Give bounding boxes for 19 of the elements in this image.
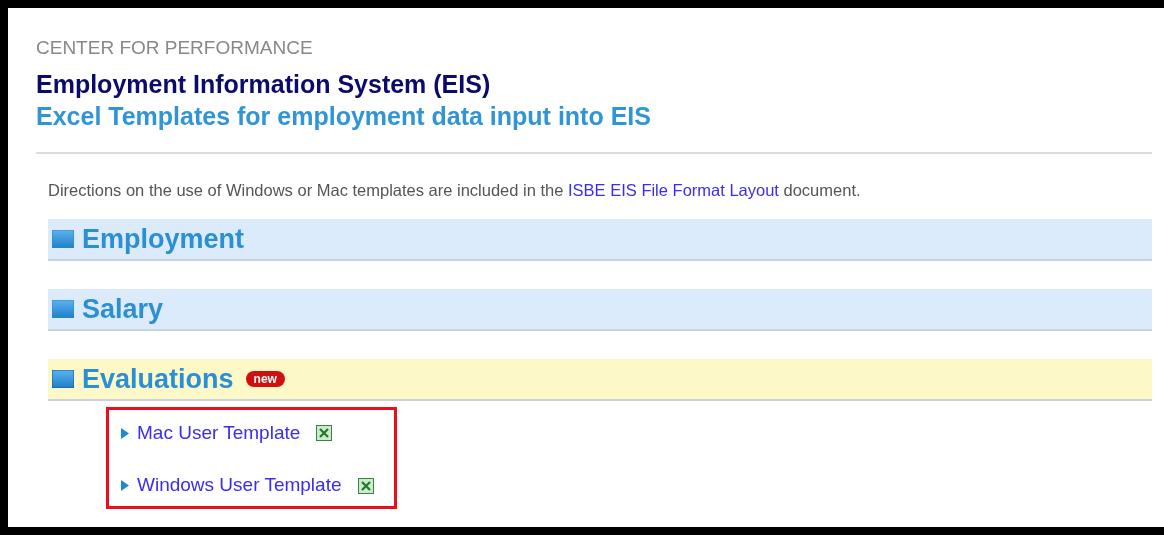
section-title: Evaluations <box>82 362 234 396</box>
new-badge: new <box>245 370 285 387</box>
section-kicker: CENTER FOR PERFORMANCE <box>36 36 314 60</box>
document-link[interactable]: ISBE EIS File Format Layout <box>568 181 779 199</box>
square-bullet-icon <box>52 369 74 388</box>
page-subtitle: Excel Templates for employment data input into EIS <box>36 101 652 132</box>
spreadsheet-file-icon <box>316 425 333 441</box>
square-bullet-icon <box>52 299 74 318</box>
section-title: Employment <box>82 222 245 256</box>
square-bullet-icon <box>52 229 74 248</box>
section-header[interactable]: Evaluations new <box>48 358 1152 401</box>
section-title: Salary <box>82 292 164 326</box>
spreadsheet-file-icon <box>357 477 374 494</box>
page-title: Employment Information System (EIS) <box>36 69 492 100</box>
template-link[interactable]: Windows User Template <box>137 471 342 500</box>
template-link[interactable]: Mac User Template <box>137 418 301 448</box>
triangle-bullet-icon <box>121 480 129 491</box>
triangle-bullet-icon <box>121 427 129 439</box>
directions-text: Directions on the use of Windows or Mac templates are included in the ISBE EIS File Format Layout document. <box>48 180 862 201</box>
